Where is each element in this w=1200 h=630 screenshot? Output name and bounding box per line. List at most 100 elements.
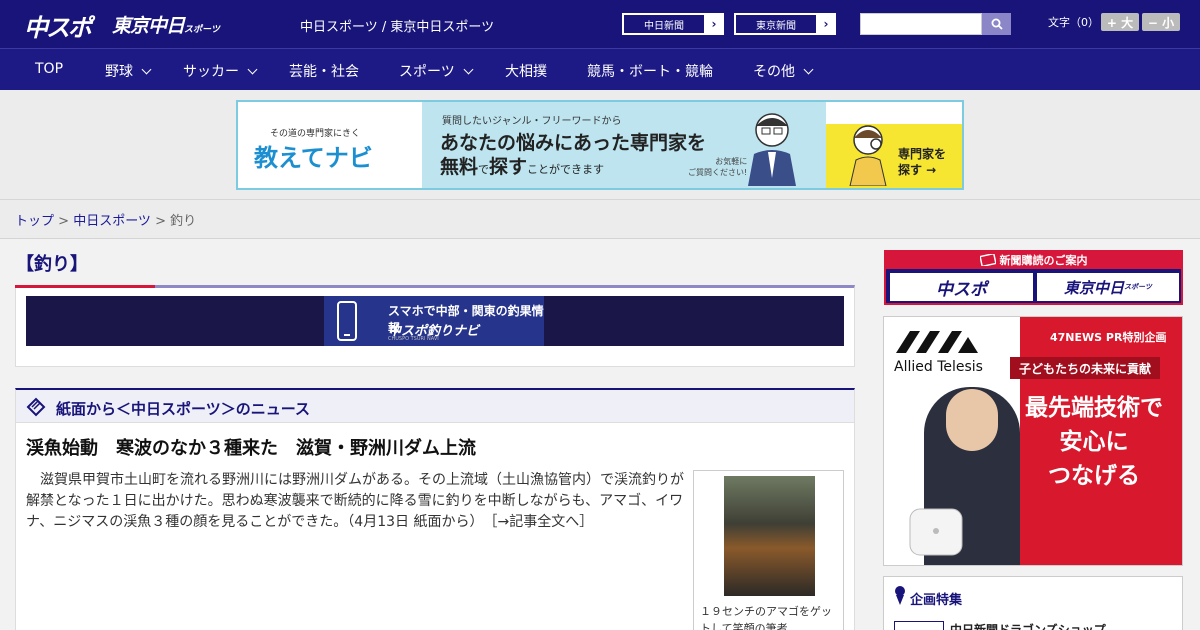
ad-tagline: 子どもたちの未来に貢献 [1010, 357, 1160, 379]
breadcrumb: トップ > 中日スポーツ > 釣り [0, 200, 1200, 239]
article-photo-box: １９センチのアマゴをゲットして笑顔の筆者 [693, 470, 844, 630]
news-panel: 紙面から＜中日スポーツ＞のニュース 渓魚始動 寒波のなか３種来た 滋賀・野洲川ダ… [15, 388, 855, 630]
subscription-box: 新聞購読のご案内 中スポ 東京中日 スポーツ [884, 250, 1183, 305]
nav-label: 競馬・ボート・競輪 [587, 64, 713, 80]
breadcrumb-top[interactable]: トップ [15, 214, 54, 229]
ad-headline: 最先端技術で 安心に つなげる [1025, 395, 1163, 489]
font-smaller-button[interactable]: − 小 [1142, 13, 1180, 31]
banner-brand: その道の専門家にきく 教えてナビ [238, 102, 422, 188]
top-header: 中スポ 東京中日スポーツ 中日スポーツ / 東京中日スポーツ 中日新聞 › 東京… [0, 0, 1200, 48]
site-title: 中日スポーツ / 東京中日スポーツ [300, 20, 495, 35]
read-more-link[interactable]: ［→記事全文へ］ [490, 514, 593, 530]
chevron-right-icon: › [711, 17, 717, 31]
nav-item-sumo[interactable]: 大相撲 [505, 61, 547, 81]
woman-illustration-icon [849, 125, 887, 186]
nav-label: スポーツ [399, 64, 455, 80]
tsuri-navi-panel: スマホで中部・関東の釣果情報 中スポ釣りナビ CHUSPO TSURI NAVI [15, 285, 855, 367]
chunichi-shimbun-label: 中日新聞 [623, 14, 705, 34]
chevron-right-icon: › [823, 17, 829, 31]
banner-can: ことができます [527, 163, 605, 176]
tokyo-chunichi-logo[interactable]: 東京中日スポーツ [112, 11, 220, 38]
chevron-down-icon [463, 64, 474, 74]
banner-message: 質問したいジャンル・フリーワードから あなたの悩みにあった専門家を 無料で探すこ… [422, 102, 826, 188]
ad-person-face [946, 389, 998, 451]
nav-item-keiba[interactable]: 競馬・ボート・競輪 [587, 61, 713, 81]
tokyo-chunichi-button-text: 東京中日 [1064, 278, 1125, 297]
banner-note: お気軽に ご質問ください! [688, 157, 748, 177]
article-summary: 滋賀県甲賀市土山町を流れる野洲川には野洲川ダムがある。その上流域（土山漁協管内）… [26, 470, 686, 533]
tokyo-chunichi-subscribe-button[interactable]: 東京中日 スポーツ [1037, 273, 1179, 301]
banner-search: 探す [489, 156, 528, 178]
main-nav: TOP 野球 サッカー 芸能・社会 スポーツ 大相撲 競馬・ボート・競輪 その他 [0, 48, 1200, 90]
article-title[interactable]: 渓魚始動 寒波のなか３種来た 滋賀・野洲川ダム上流 [26, 434, 476, 460]
allied-telesis-logo-icon [896, 331, 978, 353]
ad-area: その道の専門家にきく 教えてナビ 質問したいジャンル・フリーワードから あなたの… [0, 90, 1200, 200]
allied-telesis-ad[interactable]: Allied Telesis 47NEWS PR特別企画 子どもたちの未来に貢献… [883, 316, 1183, 566]
feature-box: 企画特集 中日新聞ドラゴンズショップ [883, 576, 1183, 630]
consultant-illustration-icon [748, 113, 796, 186]
nav-item-baseball[interactable]: 野球 [105, 61, 152, 81]
chevron-down-icon [141, 64, 152, 74]
nav-item-sports[interactable]: スポーツ [399, 61, 474, 81]
tsuri-navi-line3: CHUSPO TSURI NAVI [388, 336, 439, 342]
ticket-icon [979, 253, 996, 266]
tokyo-chunichi-logo-small: スポーツ [184, 25, 220, 35]
news-panel-header: 紙面から＜中日スポーツ＞のニュース [16, 390, 854, 423]
nav-label: 野球 [105, 64, 133, 80]
nav-label: サッカー [183, 64, 239, 80]
chevron-down-icon [803, 64, 814, 74]
ad-company-name: Allied Telesis [894, 359, 983, 375]
chunichi-shimbun-link[interactable]: 中日新聞 › [622, 13, 724, 35]
nav-label: 芸能・社会 [289, 64, 359, 80]
font-larger-button[interactable]: + 大 [1101, 13, 1139, 31]
tokyo-chunichi-button-small: スポーツ [1124, 283, 1152, 291]
banner-de: で [478, 163, 490, 176]
photo-caption: １９センチのアマゴをゲットして笑顔の筆者 [700, 605, 832, 630]
section-accent [15, 285, 155, 288]
subscription-title: 新聞購読のご案内 [884, 250, 1183, 269]
news-panel-title: 紙面から＜中日スポーツ＞のニュース [56, 400, 310, 418]
feature-item[interactable]: 中日新聞ドラゴンズショップ [950, 621, 1106, 630]
search-icon [991, 18, 1003, 30]
tokyo-shimbun-label: 東京新聞 [735, 14, 817, 34]
tsuri-navi-inner: スマホで中部・関東の釣果情報 中スポ釣りナビ CHUSPO TSURI NAVI [324, 296, 544, 346]
banner-cta-text: 専門家を 探す → [898, 147, 947, 177]
wifi-access-point-icon [909, 508, 963, 556]
banner-headline-2: 無料で探すことができます [440, 152, 604, 179]
search-input[interactable] [860, 13, 982, 35]
banner-headline-1: あなたの悩みにあった専門家を [440, 132, 707, 154]
chevron-down-icon [247, 64, 258, 74]
banner-cta[interactable]: 専門家を 探す → [826, 124, 962, 188]
tsuri-navi-banner[interactable]: スマホで中部・関東の釣果情報 中スポ釣りナビ CHUSPO TSURI NAVI [26, 296, 844, 346]
nav-label: その他 [753, 64, 795, 80]
feature-title: 企画特集 [910, 593, 963, 608]
newspaper-icon [26, 397, 46, 417]
breadcrumb-chunichi-sports[interactable]: 中日スポーツ [73, 214, 151, 229]
banner-brand-name: 教えてナビ [254, 144, 373, 172]
award-ribbon-icon [895, 586, 905, 605]
ad-pr-label: 47NEWS PR特別企画 [1050, 331, 1167, 344]
banner-question: 質問したいジャンル・フリーワードから [442, 116, 622, 127]
nav-label: 大相撲 [505, 64, 547, 80]
tokyo-shimbun-link[interactable]: 東京新聞 › [734, 13, 836, 35]
feature-thumbnail[interactable] [894, 621, 944, 630]
nav-item-entertainment[interactable]: 芸能・社会 [289, 61, 359, 81]
nav-item-top[interactable]: TOP [35, 61, 63, 77]
chuspo-subscribe-button[interactable]: 中スポ [890, 273, 1033, 301]
breadcrumb-current: 釣り [170, 214, 197, 229]
nav-label: TOP [35, 61, 64, 77]
subscription-title-text: 新聞購読のご案内 [999, 253, 1088, 267]
nav-item-soccer[interactable]: サッカー [183, 61, 258, 81]
breadcrumb-separator: > [54, 214, 74, 229]
section-title: 【釣り】 [16, 254, 88, 275]
smartphone-icon [337, 301, 357, 341]
oshiete-navi-banner[interactable]: その道の専門家にきく 教えてナビ 質問したいジャンル・フリーワードから あなたの… [236, 100, 964, 190]
chuspo-logo[interactable]: 中スポ [24, 8, 92, 43]
article-photo[interactable] [724, 476, 815, 596]
banner-free: 無料 [440, 156, 479, 178]
font-size-label: 文字（0） [1048, 16, 1099, 29]
breadcrumb-separator: > [150, 214, 171, 229]
nav-item-other[interactable]: その他 [753, 61, 814, 81]
search-button[interactable] [982, 13, 1011, 35]
tokyo-chunichi-logo-text: 東京中日 [112, 15, 185, 37]
